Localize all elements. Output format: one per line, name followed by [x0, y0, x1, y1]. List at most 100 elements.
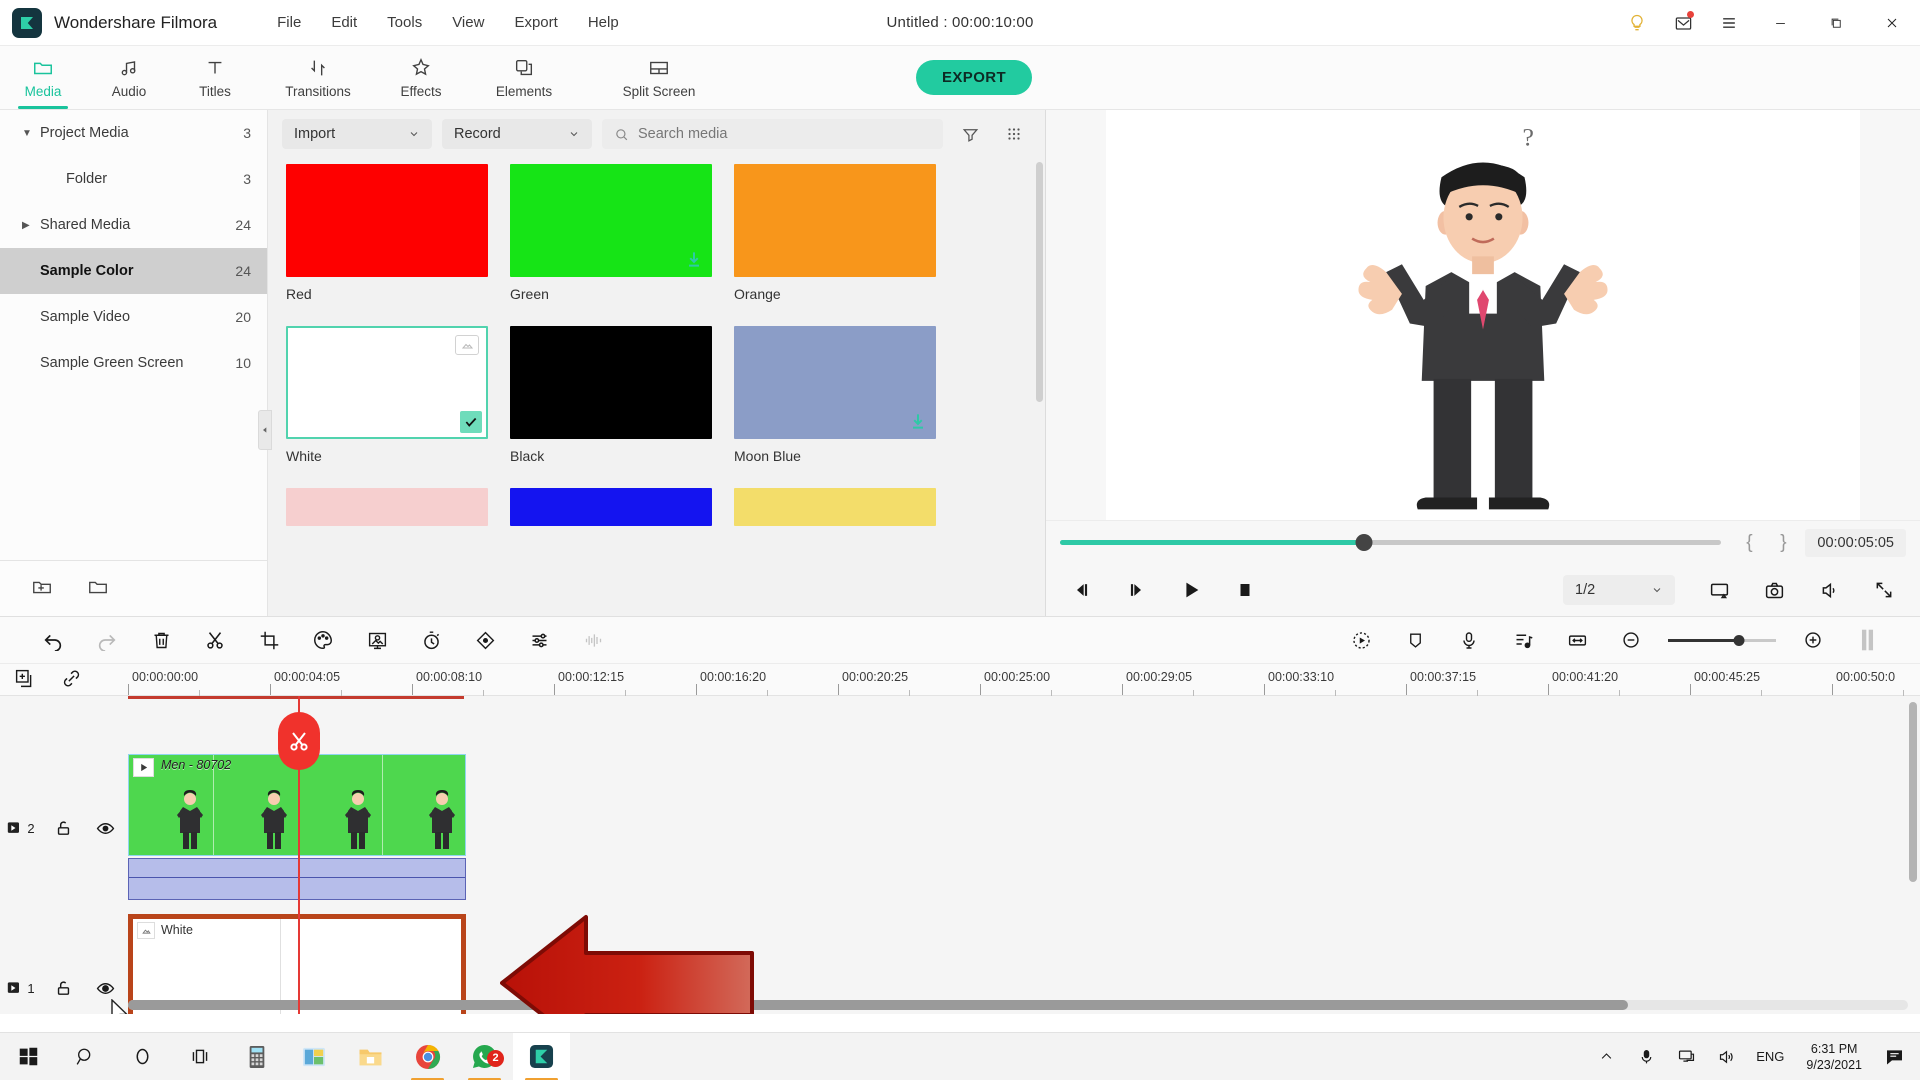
- preview-seek-slider[interactable]: [1060, 534, 1722, 551]
- media-thumb-yellow[interactable]: [734, 488, 936, 526]
- restore-icon[interactable]: [1808, 0, 1864, 46]
- adjust-sliders-icon[interactable]: [512, 616, 566, 664]
- tab-media[interactable]: Media: [0, 45, 86, 109]
- tab-transitions[interactable]: Transitions: [258, 45, 378, 109]
- media-thumb-white[interactable]: [286, 326, 488, 439]
- taskbar-calculator[interactable]: [228, 1033, 285, 1080]
- audio-waveform-icon[interactable]: [566, 616, 620, 664]
- marker-icon[interactable]: [1388, 616, 1442, 664]
- zoom-out-icon[interactable]: [1604, 616, 1658, 664]
- media-item-orange[interactable]: Orange: [734, 164, 936, 302]
- import-dropdown[interactable]: Import: [282, 119, 432, 149]
- menu-edit[interactable]: Edit: [331, 14, 357, 31]
- media-thumb-pink[interactable]: [286, 488, 488, 526]
- open-folder-icon[interactable]: [86, 576, 110, 601]
- sidebar-item-sample-green-screen[interactable]: Sample Green Screen 10: [0, 340, 267, 386]
- media-item-green[interactable]: Green: [510, 164, 712, 302]
- timeline-tracks[interactable]: 2 Men - 80702 1 White: [0, 696, 1920, 1014]
- download-icon[interactable]: [908, 410, 928, 435]
- media-scrollbar[interactable]: [1036, 162, 1043, 402]
- taskbar-whatsapp[interactable]: 2: [456, 1033, 513, 1080]
- start-button[interactable]: [0, 1033, 57, 1080]
- tab-split-screen[interactable]: Split Screen: [584, 45, 734, 109]
- scissors-split-icon[interactable]: [278, 712, 320, 770]
- media-thumb-moon-blue[interactable]: [734, 326, 936, 439]
- menu-view[interactable]: View: [452, 14, 484, 31]
- unlock-icon[interactable]: [42, 979, 84, 998]
- snapshot-monitor-icon[interactable]: [1709, 580, 1730, 601]
- camera-icon[interactable]: [1764, 580, 1785, 601]
- zoom-in-icon[interactable]: [1786, 616, 1840, 664]
- grid-view-icon[interactable]: [997, 119, 1031, 149]
- mark-out-button[interactable]: }: [1771, 532, 1795, 554]
- redo-icon[interactable]: [80, 616, 134, 664]
- sidebar-item-sample-video[interactable]: Sample Video 20: [0, 294, 267, 340]
- download-icon[interactable]: [684, 248, 704, 273]
- crop-icon[interactable]: [242, 616, 296, 664]
- render-preview-icon[interactable]: [1334, 616, 1388, 664]
- filter-icon[interactable]: [953, 119, 987, 149]
- taskbar-task-view[interactable]: [171, 1033, 228, 1080]
- media-item-yellow[interactable]: [734, 488, 936, 526]
- seek-handle[interactable]: [1355, 534, 1373, 551]
- tab-audio[interactable]: Audio: [86, 45, 172, 109]
- media-item-moon-blue[interactable]: Moon Blue: [734, 326, 936, 464]
- voiceover-mic-icon[interactable]: [1442, 616, 1496, 664]
- media-thumb-blue[interactable]: [510, 488, 712, 526]
- sidebar-item-folder[interactable]: Folder 3: [0, 156, 267, 202]
- mark-in-button[interactable]: {: [1737, 532, 1761, 554]
- tab-titles[interactable]: Titles: [172, 45, 258, 109]
- media-thumb-black[interactable]: [510, 326, 712, 439]
- step-back-icon[interactable]: [1072, 580, 1092, 600]
- sidebar-item-project-media[interactable]: ▼ Project Media 3: [0, 110, 267, 156]
- tab-elements[interactable]: Elements: [464, 45, 584, 109]
- keyframe-diamond-icon[interactable]: [458, 616, 512, 664]
- speed-clock-icon[interactable]: [404, 616, 458, 664]
- media-item-white[interactable]: White: [286, 326, 488, 464]
- minimize-icon[interactable]: [1752, 0, 1808, 46]
- pause-bars-icon[interactable]: [1840, 616, 1894, 664]
- menu-tools[interactable]: Tools: [387, 14, 422, 31]
- taskbar-search[interactable]: [57, 1033, 114, 1080]
- chevron-right-icon[interactable]: ▶: [22, 220, 40, 231]
- step-forward-icon[interactable]: [1126, 580, 1146, 600]
- action-center-icon[interactable]: [1874, 1033, 1914, 1080]
- preview-stage[interactable]: ?: [1106, 110, 1860, 520]
- unlock-icon[interactable]: [42, 819, 84, 838]
- eye-open-icon[interactable]: [84, 981, 126, 996]
- record-dropdown[interactable]: Record: [442, 119, 592, 149]
- chevron-down-icon[interactable]: ▼: [22, 128, 40, 139]
- media-item-pink[interactable]: [286, 488, 488, 526]
- clip-white[interactable]: White: [128, 914, 466, 1014]
- clip-play-icon[interactable]: [133, 758, 154, 777]
- play-icon[interactable]: [1180, 579, 1202, 601]
- menu-export[interactable]: Export: [514, 14, 557, 31]
- color-palette-icon[interactable]: [296, 616, 350, 664]
- stop-icon[interactable]: [1236, 581, 1254, 599]
- tab-effects[interactable]: Effects: [378, 45, 464, 109]
- chevron-up-icon[interactable]: [1586, 1033, 1626, 1080]
- timeline-zoom-slider[interactable]: [1668, 634, 1776, 646]
- undo-icon[interactable]: [26, 616, 80, 664]
- timeline-horizontal-scrollbar[interactable]: [128, 1000, 1908, 1010]
- preview-timecode[interactable]: 00:00:05:05: [1805, 528, 1906, 557]
- track-1-body[interactable]: White: [128, 914, 1920, 1014]
- add-track-icon[interactable]: [14, 668, 35, 692]
- close-icon[interactable]: [1864, 0, 1920, 46]
- language-indicator[interactable]: ENG: [1746, 1049, 1794, 1064]
- timeline-scroll-thumb[interactable]: [128, 1000, 1628, 1010]
- fullscreen-icon[interactable]: [1874, 580, 1894, 600]
- mail-icon[interactable]: [1660, 0, 1706, 46]
- menu-list-icon[interactable]: [1706, 0, 1752, 46]
- sidebar-item-sample-color[interactable]: Sample Color 24: [0, 248, 267, 294]
- taskbar-photos[interactable]: [285, 1033, 342, 1080]
- audio-list-icon[interactable]: [1496, 616, 1550, 664]
- media-item-black[interactable]: Black: [510, 326, 712, 464]
- microphone-icon[interactable]: [1626, 1033, 1666, 1080]
- bulb-icon[interactable]: [1614, 0, 1660, 46]
- search-input[interactable]: Search media: [602, 119, 943, 149]
- eye-open-icon[interactable]: [84, 821, 126, 836]
- menu-help[interactable]: Help: [588, 14, 619, 31]
- panel-collapse-button[interactable]: [258, 410, 272, 450]
- new-folder-icon[interactable]: [30, 576, 54, 601]
